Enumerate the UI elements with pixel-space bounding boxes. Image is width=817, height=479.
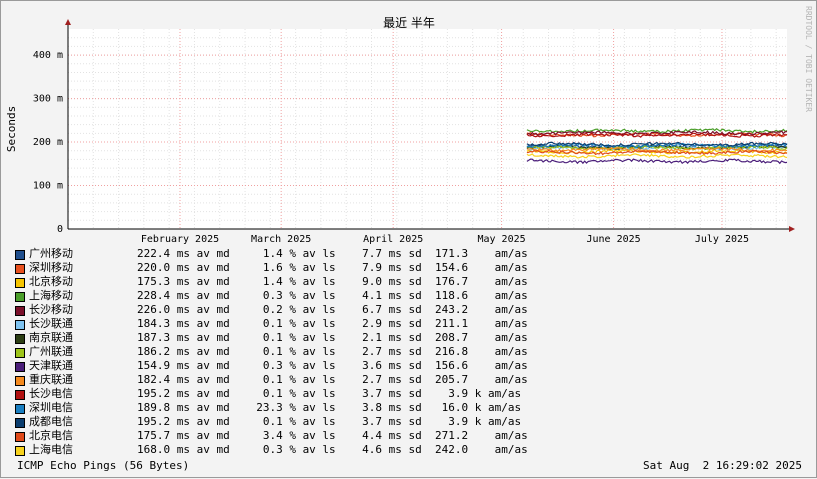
legend-name: 南京联通: [29, 331, 73, 344]
legend-swatch: [15, 334, 25, 344]
plot-area: 0 100 m 200 m 300 m 400 m February 2025 March …: [33, 19, 795, 245]
legend-name: 天津联通: [29, 359, 73, 372]
legend-swatch: [15, 404, 25, 414]
legend-name: 上海移动: [29, 289, 73, 302]
legend-swatch: [15, 432, 25, 442]
legend-stats: 220.0 ms av md 1.6 % av ls 7.9 ms sd 154…: [137, 261, 528, 274]
legend-stats: 222.4 ms av md 1.4 % av ls 7.7 ms sd 171…: [137, 247, 528, 260]
legend-row: 长沙移动 226.0 ms av md 0.2 % av ls 6.7 ms sd…: [15, 303, 805, 317]
legend-row: 北京电信 175.7 ms av md 3.4 % av ls 4.4 ms sd…: [15, 429, 805, 443]
legend-swatch: [15, 320, 25, 330]
legend-name: 长沙移动: [29, 303, 73, 316]
y-tick-label: 300 m: [33, 94, 63, 105]
legend-row: 深圳电信 189.8 ms av md 23.3 % av ls 3.8 ms s…: [15, 401, 805, 415]
x-tick-label: April 2025: [363, 234, 423, 245]
legend-name: 深圳电信: [29, 401, 73, 414]
y-tick-label: 100 m: [33, 181, 63, 192]
legend-stats: 184.3 ms av md 0.1 % av ls 2.9 ms sd 211…: [137, 317, 528, 330]
legend-row: 成都电信 195.2 ms av md 0.1 % av ls 3.7 ms sd…: [15, 415, 805, 429]
legend-name: 广州联通: [29, 345, 73, 358]
legend-row: 长沙联通 184.3 ms av md 0.1 % av ls 2.9 ms sd…: [15, 317, 805, 331]
legend-stats: 226.0 ms av md 0.2 % av ls 6.7 ms sd 243…: [137, 303, 528, 316]
x-tick-label: May 2025: [477, 234, 525, 245]
x-tick-label: July 2025: [695, 234, 749, 245]
legend-swatch: [15, 278, 25, 288]
legend-row: 广州联通 186.2 ms av md 0.1 % av ls 2.7 ms sd…: [15, 345, 805, 359]
legend-name: 长沙电信: [29, 387, 73, 400]
legend-swatch: [15, 292, 25, 302]
legend-stats: 228.4 ms av md 0.3 % av ls 4.1 ms sd 118…: [137, 289, 528, 302]
legend-stats: 195.2 ms av md 0.1 % av ls 3.7 ms sd 3.9…: [137, 387, 522, 400]
plot-background: [68, 29, 787, 229]
legend-row: 深圳移动 220.0 ms av md 1.6 % av ls 7.9 ms sd…: [15, 261, 805, 275]
y-tick-label: 400 m: [33, 50, 63, 61]
legend-row: 北京移动 175.3 ms av md 1.4 % av ls 9.0 ms sd…: [15, 275, 805, 289]
rrdtool-watermark: RRDTOOL / TOBI OETIKER: [804, 6, 813, 112]
legend-row: 上海电信 168.0 ms av md 0.3 % av ls 4.6 ms sd…: [15, 443, 805, 457]
legend-name: 广州移动: [29, 247, 73, 260]
legend-name: 北京移动: [29, 275, 73, 288]
legend-stats: 175.7 ms av md 3.4 % av ls 4.4 ms sd 271…: [137, 429, 528, 442]
y-tick-label: 0: [57, 224, 63, 235]
legend-name: 上海电信: [29, 443, 73, 456]
legend-name: 重庆联通: [29, 373, 73, 386]
legend-name: 北京电信: [29, 429, 73, 442]
footer-timestamp: Sat Aug 2 16:29:02 2025: [643, 459, 802, 472]
legend-name: 长沙联通: [29, 317, 73, 330]
legend-stats: 189.8 ms av md 23.3 % av ls 3.8 ms sd 16…: [137, 401, 522, 414]
legend-name: 成都电信: [29, 415, 73, 428]
legend: 广州移动 222.4 ms av md 1.4 % av ls 7.7 ms sd…: [15, 247, 805, 457]
legend-row: 天津联通 154.9 ms av md 0.3 % av ls 3.6 ms sd…: [15, 359, 805, 373]
legend-swatch: [15, 306, 25, 316]
legend-row: 重庆联通 182.4 ms av md 0.1 % av ls 2.7 ms sd…: [15, 373, 805, 387]
x-axis-arrow: [789, 226, 795, 232]
legend-swatch: [15, 390, 25, 400]
chart-title: 最近 半年: [383, 16, 435, 30]
legend-stats: 182.4 ms av md 0.1 % av ls 2.7 ms sd 205…: [137, 373, 528, 386]
legend-row: 上海移动 228.4 ms av md 0.3 % av ls 4.1 ms sd…: [15, 289, 805, 303]
legend-stats: 195.2 ms av md 0.1 % av ls 3.7 ms sd 3.9…: [137, 415, 522, 428]
x-tick-label: June 2025: [586, 234, 640, 245]
legend-swatch: [15, 250, 25, 260]
legend-swatch: [15, 348, 25, 358]
legend-stats: 186.2 ms av md 0.1 % av ls 2.7 ms sd 216…: [137, 345, 528, 358]
legend-stats: 154.9 ms av md 0.3 % av ls 3.6 ms sd 156…: [137, 359, 528, 372]
y-axis-label: Seconds: [5, 106, 18, 152]
legend-swatch: [15, 264, 25, 274]
legend-row: 长沙电信 195.2 ms av md 0.1 % av ls 3.7 ms sd…: [15, 387, 805, 401]
legend-stats: 187.3 ms av md 0.1 % av ls 2.1 ms sd 208…: [137, 331, 528, 344]
legend-row: 广州移动 222.4 ms av md 1.4 % av ls 7.7 ms sd…: [15, 247, 805, 261]
footer-description: ICMP Echo Pings (56 Bytes): [17, 459, 190, 472]
legend-row: 南京联通 187.3 ms av md 0.1 % av ls 2.1 ms sd…: [15, 331, 805, 345]
y-tick-label: 200 m: [33, 137, 63, 148]
y-axis-arrow: [65, 19, 71, 25]
graph-frame: 最近 半年 Seconds RRDTOOL / TOBI OETIKER 0 10…: [0, 0, 817, 478]
legend-swatch: [15, 362, 25, 372]
legend-stats: 175.3 ms av md 1.4 % av ls 9.0 ms sd 176…: [137, 275, 528, 288]
legend-name: 深圳移动: [29, 261, 73, 274]
x-tick-label: February 2025: [141, 234, 219, 245]
x-tick-label: March 2025: [251, 234, 311, 245]
legend-swatch: [15, 418, 25, 428]
legend-swatch: [15, 446, 25, 456]
legend-stats: 168.0 ms av md 0.3 % av ls 4.6 ms sd 242…: [137, 443, 528, 456]
legend-swatch: [15, 376, 25, 386]
